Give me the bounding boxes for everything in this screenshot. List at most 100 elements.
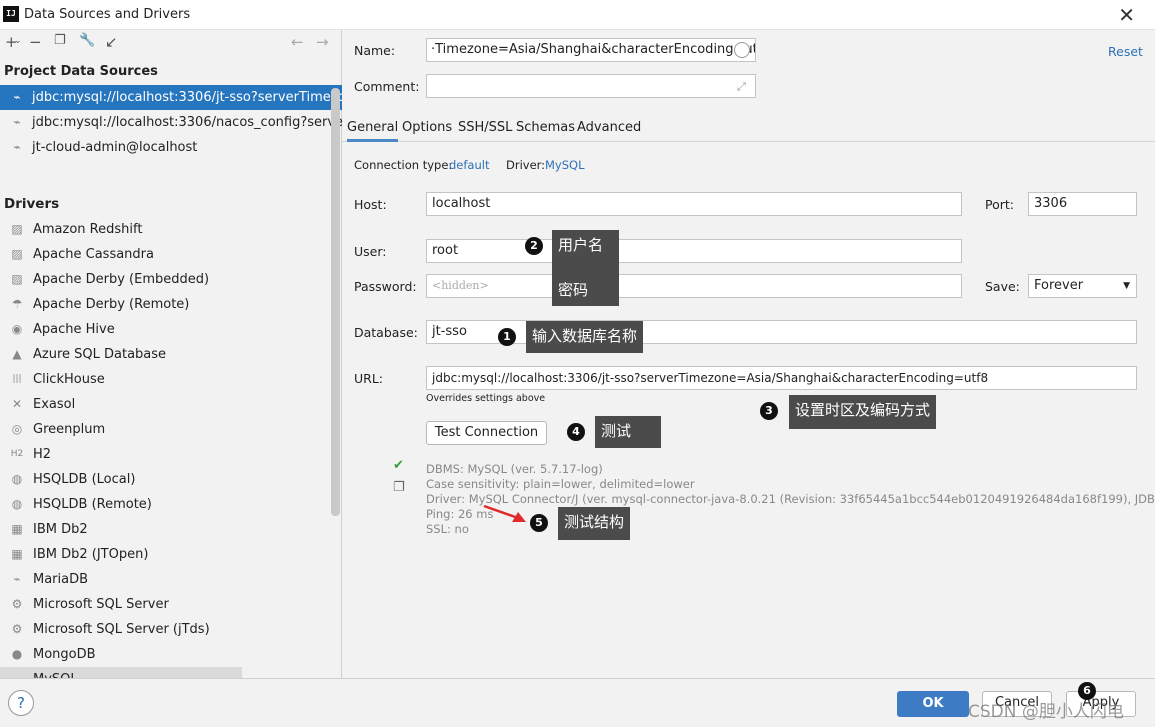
driver-label: MongoDB <box>33 647 96 662</box>
driver-item[interactable]: ◍ HSQLDB (Local) <box>0 467 342 492</box>
ok-button[interactable]: OK <box>897 691 969 717</box>
driver-label: MariaDB <box>33 572 89 587</box>
driver-item[interactable]: ⚙ Microsoft SQL Server <box>0 592 342 617</box>
color-picker-icon[interactable] <box>734 42 750 58</box>
driver-item[interactable]: ▦ IBM Db2 <box>0 517 342 542</box>
wrench-icon[interactable]: 🔧 <box>79 33 95 48</box>
driver-item[interactable]: H2 H2 <box>0 442 342 467</box>
remove-icon[interactable]: − <box>29 33 42 51</box>
driver-item[interactable]: ◎ Greenplum <box>0 417 342 442</box>
expand-icon[interactable]: ⤢ <box>737 80 746 94</box>
driver-item[interactable]: ◍ HSQLDB (Remote) <box>0 492 342 517</box>
url-label: URL: <box>354 371 384 386</box>
driver-item[interactable]: ⚙ Microsoft SQL Server (jTds) <box>0 617 342 642</box>
annotation-database: 输入数据库名称 <box>526 321 644 353</box>
driver-icon: ▨ <box>11 247 23 261</box>
driver-label: H2 <box>33 447 52 462</box>
move-to-icon[interactable]: ↙ <box>105 33 118 51</box>
user-label: User: <box>354 244 387 259</box>
annotation-result: 测试结构 <box>558 507 631 540</box>
step-2-badge: 2 <box>525 237 543 255</box>
tab-options[interactable]: Options <box>402 120 452 135</box>
driver-item[interactable]: ☂ Apache Derby (Remote) <box>0 292 342 317</box>
watermark: CSDN @胆小人闪电 <box>968 702 1124 722</box>
driver-item[interactable]: ||| ClickHouse <box>0 367 342 392</box>
host-input[interactable]: localhost <box>426 192 962 216</box>
data-source-item[interactable]: ⌁ jdbc:mysql://localhost:3306/jt-sso?ser… <box>0 85 342 110</box>
comment-input[interactable] <box>426 74 756 98</box>
back-arrow-icon[interactable]: ← <box>291 33 304 51</box>
copy-icon[interactable]: ❐ <box>393 480 405 495</box>
driver-icon: ◉ <box>11 322 23 336</box>
name-input[interactable]: ·Timezone=Asia/Shanghai&characterEncodin… <box>426 38 756 62</box>
add-dropdown-icon[interactable]: ⌄ <box>14 36 22 46</box>
annotation-username: 用户名 <box>552 230 619 266</box>
tab-schemas[interactable]: Schemas <box>516 120 575 135</box>
port-input[interactable]: 3306 <box>1028 192 1137 216</box>
url-input[interactable]: jdbc:mysql://localhost:3306/jt-sso?serve… <box>426 366 1137 390</box>
driver-icon: ▦ <box>11 522 23 536</box>
driver-item[interactable]: ▦ IBM Db2 (JTOpen) <box>0 542 342 567</box>
driver-icon: ▦ <box>11 547 23 561</box>
driver-label: Driver: <box>506 158 546 172</box>
step-5-badge: 5 <box>530 514 548 532</box>
driver-label: HSQLDB (Remote) <box>33 497 152 512</box>
driver-item[interactable]: ▨ Apache Derby (Embedded) <box>0 267 342 292</box>
driver-label: IBM Db2 (JTOpen) <box>33 547 149 562</box>
data-source-item[interactable]: ⌁ jdbc:mysql://localhost:3306/nacos_conf… <box>0 110 342 135</box>
tab-ssh-ssl[interactable]: SSH/SSL <box>458 120 512 135</box>
url-hint: Overrides settings above <box>426 393 546 404</box>
success-check-icon: ✔ <box>393 458 404 473</box>
name-label: Name: <box>354 43 396 58</box>
connection-type-link[interactable]: default <box>449 158 489 172</box>
close-icon[interactable]: ✕ <box>1118 3 1135 27</box>
data-source-label: jdbc:mysql://localhost:3306/jt-sso?serve… <box>32 90 342 105</box>
database-label: Database: <box>354 325 418 340</box>
help-icon[interactable]: ? <box>8 690 34 716</box>
chevron-down-icon: ▼ <box>1123 281 1130 291</box>
driver-item[interactable]: ▨ Amazon Redshift <box>0 217 342 242</box>
driver-label: ClickHouse <box>33 372 105 387</box>
driver-link[interactable]: MySQL <box>545 158 585 172</box>
connection-type-label: Connection type: <box>354 158 453 172</box>
data-source-item[interactable]: ⌁ jt-cloud-admin@localhost <box>0 135 342 160</box>
window-title: Data Sources and Drivers <box>24 7 191 22</box>
left-pane: + ⌄ − ❐ 🔧 ↙ ← → Project Data Sources ⌁ j… <box>0 30 342 692</box>
driver-label: Greenplum <box>33 422 106 437</box>
comment-label: Comment: <box>354 79 420 94</box>
test-connection-button[interactable]: Test Connection <box>426 421 547 445</box>
forward-arrow-icon[interactable]: → <box>316 33 329 51</box>
save-select[interactable]: Forever ▼ <box>1028 274 1137 298</box>
mysql-dolphin-icon: ⌁ <box>13 140 21 154</box>
password-label: Password: <box>354 279 417 294</box>
driver-icon: ◎ <box>11 422 23 436</box>
drivers-scrollbar[interactable] <box>331 88 340 516</box>
driver-label: Apache Derby (Remote) <box>33 297 190 312</box>
duplicate-icon[interactable]: ❐ <box>54 33 66 48</box>
data-source-label: jdbc:mysql://localhost:3306/nacos_config… <box>32 115 342 130</box>
driver-icon: ▨ <box>11 222 23 236</box>
reset-link[interactable]: Reset <box>1108 44 1143 59</box>
password-input[interactable]: <hidden> <box>426 274 962 298</box>
annotation-timezone: 设置时区及编码方式 <box>789 395 937 429</box>
port-label: Port: <box>985 197 1014 212</box>
drivers-header: Drivers <box>4 196 60 212</box>
driver-item[interactable]: ● MongoDB <box>0 642 342 667</box>
driver-item[interactable]: ▨ Apache Cassandra <box>0 242 342 267</box>
driver-icon: ⚙ <box>11 597 23 611</box>
driver-item[interactable]: ✕ Exasol <box>0 392 342 417</box>
driver-item[interactable]: ◉ Apache Hive <box>0 317 342 342</box>
tab-advanced[interactable]: Advanced <box>577 120 641 135</box>
step-3-badge: 3 <box>760 402 778 420</box>
user-input[interactable]: root <box>426 239 962 263</box>
driver-icon: ▲ <box>12 347 22 361</box>
driver-item[interactable]: ▲ Azure SQL Database <box>0 342 342 367</box>
annotation-password: 密码 <box>552 266 619 306</box>
driver-label: IBM Db2 <box>33 522 88 537</box>
driver-label: Microsoft SQL Server (jTds) <box>33 622 210 637</box>
driver-icon: ✕ <box>11 397 23 411</box>
intellij-logo-icon: IJ <box>3 6 19 22</box>
tab-general[interactable]: General <box>347 120 399 142</box>
driver-label: Apache Cassandra <box>33 247 154 262</box>
driver-item[interactable]: ⌁ MariaDB <box>0 567 342 592</box>
